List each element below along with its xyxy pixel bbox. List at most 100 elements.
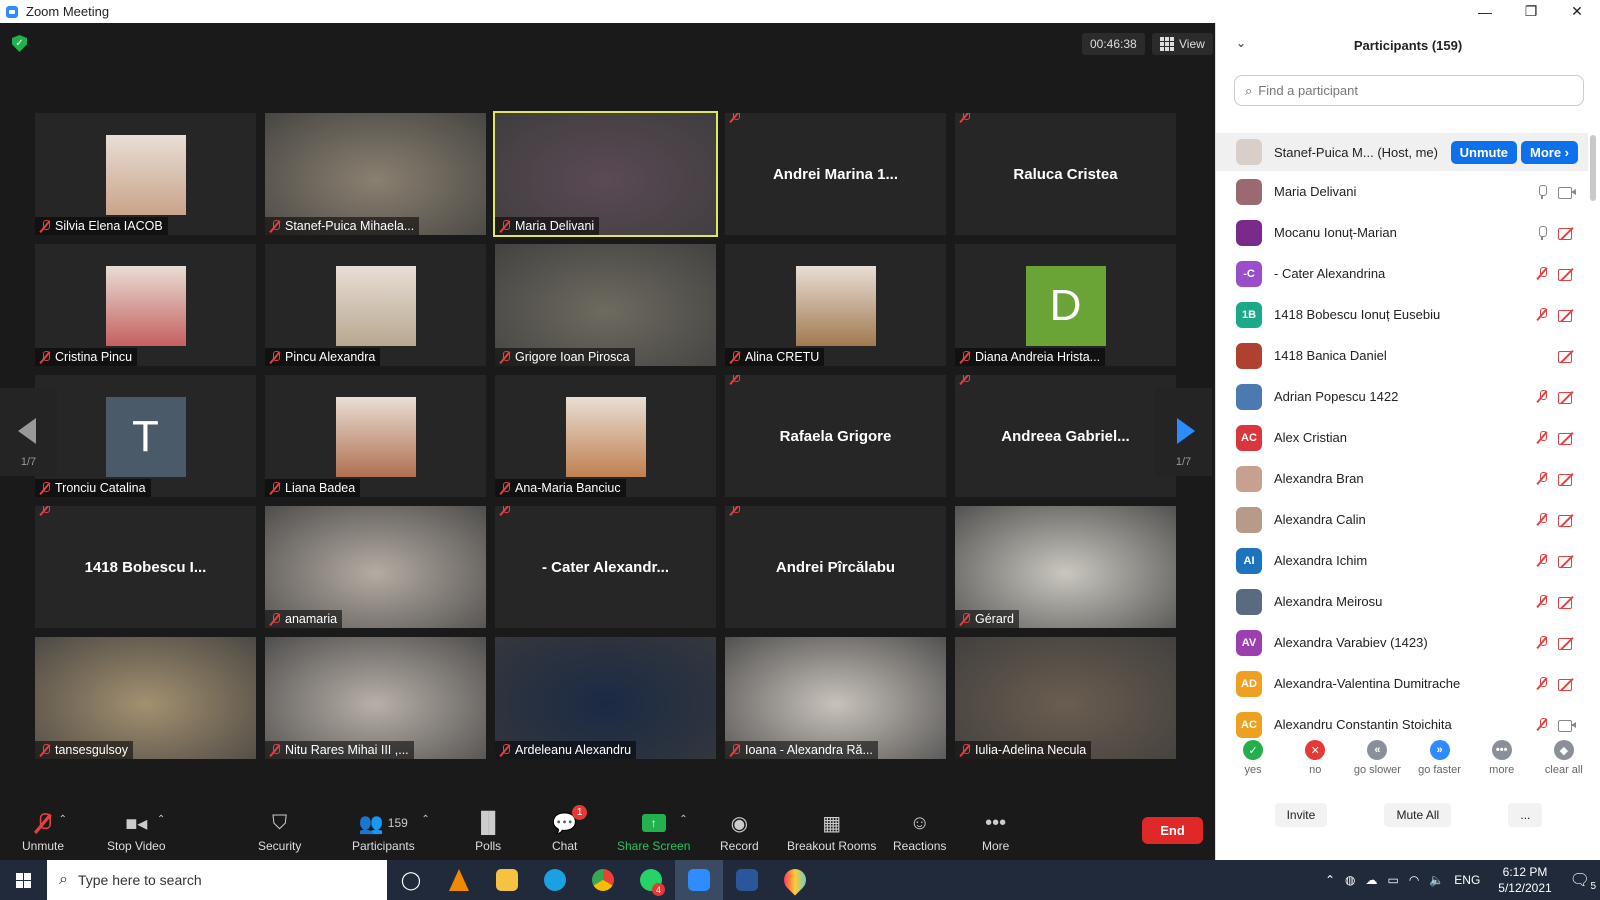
- share-screen-button[interactable]: ↑ ⌃ Share Screen: [617, 811, 690, 853]
- video-options-caret-icon[interactable]: ⌃: [157, 814, 165, 825]
- feedback-go-faster-button[interactable]: » go faster: [1410, 740, 1470, 776]
- participant-row[interactable]: Alexandra Meirosu: [1216, 581, 1588, 622]
- video-tile[interactable]: Maria Delivani: [493, 111, 718, 237]
- wifi-icon[interactable]: ◠: [1409, 873, 1419, 887]
- video-tile[interactable]: - Cater Alexandr...: [495, 506, 716, 628]
- mic-muted-icon: [499, 743, 511, 757]
- video-tile[interactable]: Andrei Pîrcălabu: [725, 506, 946, 628]
- end-meeting-button[interactable]: End: [1142, 817, 1203, 844]
- video-tile[interactable]: Stanef-Puica Mihaela...: [265, 113, 486, 235]
- video-tile[interactable]: Rafaela Grigore: [725, 375, 946, 497]
- input-language[interactable]: ENG: [1454, 873, 1480, 887]
- taskbar-search[interactable]: ⌕ Type here to search: [47, 860, 387, 900]
- previous-page-button[interactable]: 1/7: [0, 388, 57, 476]
- share-options-caret-icon[interactable]: ⌃: [679, 814, 687, 825]
- feedback-clear-all-button[interactable]: ◆ clear all: [1534, 740, 1594, 776]
- record-button[interactable]: ◉ Record: [720, 811, 759, 854]
- participant-search-input[interactable]: [1258, 83, 1573, 98]
- participant-name: Pincu Alexandra: [285, 350, 376, 364]
- polls-button[interactable]: ▐▌ Polls: [474, 811, 502, 854]
- video-tile[interactable]: Liana Badea: [265, 375, 486, 497]
- feedback-go-slower-button[interactable]: « go slower: [1347, 740, 1407, 776]
- host-more-button[interactable]: More ›: [1521, 140, 1578, 164]
- video-tile[interactable]: D Diana Andreia Hrista...: [955, 244, 1176, 366]
- video-tile[interactable]: Ardeleanu Alexandru: [495, 637, 716, 759]
- video-tile[interactable]: Alina CRETU: [725, 244, 946, 366]
- view-button[interactable]: View: [1152, 33, 1213, 55]
- participant-row[interactable]: AC Alex Cristian: [1216, 417, 1588, 458]
- paint-taskbar-button[interactable]: [771, 860, 819, 900]
- show-hidden-icons-chevron-icon[interactable]: ⌃: [1325, 873, 1335, 887]
- mute-all-button[interactable]: Mute All: [1384, 803, 1452, 827]
- close-button[interactable]: ✕: [1554, 0, 1600, 23]
- restore-button[interactable]: ❐: [1508, 0, 1554, 23]
- video-tile[interactable]: tansesgulsoy: [35, 637, 256, 759]
- participant-search[interactable]: ⌕: [1234, 75, 1584, 106]
- more-button[interactable]: ••• More: [982, 811, 1009, 854]
- video-tile[interactable]: T Tronciu Catalina: [35, 375, 256, 497]
- participant-row[interactable]: 1B 1418 Bobescu Ionuț Eusebiu: [1216, 294, 1588, 335]
- word-taskbar-button[interactable]: [723, 860, 771, 900]
- collapse-chevron-icon[interactable]: ⌄: [1236, 36, 1246, 50]
- video-tile[interactable]: Nitu Rares Mihai III ,...: [265, 637, 486, 759]
- invite-button[interactable]: Invite: [1274, 803, 1328, 827]
- participant-row[interactable]: AD Alexandra-Valentina Dumitrache: [1216, 663, 1588, 704]
- audio-options-caret-icon[interactable]: ⌃: [59, 814, 67, 825]
- edge-taskbar-button[interactable]: [531, 860, 579, 900]
- feedback-no-button[interactable]: ✕ no: [1285, 740, 1345, 776]
- participant-row[interactable]: AC Alexandru Constantin Stoichita: [1216, 704, 1588, 745]
- whatsapp-taskbar-button[interactable]: 4: [627, 860, 675, 900]
- battery-icon[interactable]: ▭: [1388, 873, 1399, 887]
- volume-icon[interactable]: 🔈: [1429, 873, 1444, 887]
- stop-video-button[interactable]: ■◂ ⌃ Stop Video: [107, 811, 166, 854]
- video-tile[interactable]: Iulia-Adelina Necula: [955, 637, 1176, 759]
- video-tile[interactable]: Grigore Ioan Pirosca: [495, 244, 716, 366]
- participant-row[interactable]: 1418 Banica Daniel: [1216, 335, 1588, 376]
- chrome-taskbar-button[interactable]: [579, 860, 627, 900]
- notifications-icon[interactable]: 🗨 5: [1570, 870, 1596, 892]
- feedback-more-button[interactable]: ••• more: [1472, 740, 1532, 776]
- video-tile[interactable]: Andrei Marina 1...: [725, 113, 946, 235]
- reactions-button[interactable]: ☺ Reactions: [893, 811, 946, 854]
- video-tile[interactable]: Gérard: [955, 506, 1176, 628]
- zoom-taskbar-button[interactable]: [675, 860, 723, 900]
- participant-row[interactable]: Maria Delivani: [1216, 171, 1588, 212]
- video-tile[interactable]: Silvia Elena IACOB: [35, 113, 256, 235]
- participant-row[interactable]: Adrian Popescu 1422: [1216, 376, 1588, 417]
- security-button[interactable]: ⛉ Security: [258, 811, 301, 854]
- onedrive-cloud-icon[interactable]: ☁: [1366, 873, 1378, 887]
- minimize-button[interactable]: —: [1462, 0, 1508, 23]
- host-unmute-button[interactable]: Unmute: [1450, 140, 1517, 164]
- feedback-yes-button[interactable]: ✓ yes: [1223, 740, 1283, 776]
- file-explorer-taskbar-button[interactable]: [483, 860, 531, 900]
- chat-button[interactable]: 💬 1 Chat: [552, 805, 588, 853]
- encryption-shield-icon[interactable]: [12, 35, 27, 52]
- video-tile[interactable]: anamaria: [265, 506, 486, 628]
- unmute-button[interactable]: ⌃ Unmute: [22, 811, 67, 853]
- participant-row[interactable]: -C - Cater Alexandrina: [1216, 253, 1588, 294]
- meet-now-icon[interactable]: ◍: [1345, 873, 1355, 887]
- panel-more-button[interactable]: ...: [1508, 803, 1543, 827]
- video-tile[interactable]: Andreea Gabriel...: [955, 375, 1176, 497]
- participant-list-scrollbar[interactable]: [1590, 135, 1596, 201]
- next-page-button[interactable]: 1/7: [1155, 388, 1212, 476]
- video-tile[interactable]: Ana-Maria Banciuc: [495, 375, 716, 497]
- vlc-taskbar-button[interactable]: [435, 860, 483, 900]
- participant-row[interactable]: Alexandra Bran: [1216, 458, 1588, 499]
- video-tile[interactable]: Ioana - Alexandra Ră...: [725, 637, 946, 759]
- participant-row[interactable]: AI Alexandra Ichim: [1216, 540, 1588, 581]
- system-clock[interactable]: 6:12 PM 5/12/2021: [1498, 864, 1551, 896]
- participants-caret-icon[interactable]: ⌃: [421, 814, 429, 825]
- participant-row[interactable]: Mocanu Ionuț-Marian: [1216, 212, 1588, 253]
- participant-row[interactable]: AV Alexandra Varabiev (1423): [1216, 622, 1588, 663]
- participants-button[interactable]: 👥 159 ⌃ Participants: [352, 811, 430, 854]
- video-tile[interactable]: Raluca Cristea: [955, 113, 1176, 235]
- participant-row[interactable]: Alexandra Calin: [1216, 499, 1588, 540]
- start-button[interactable]: [0, 860, 47, 900]
- video-tile[interactable]: 1418 Bobescu I...: [35, 506, 256, 628]
- participant-row-host[interactable]: Stanef-Puica M... (Host, me) Unmute More…: [1216, 133, 1588, 171]
- video-tile[interactable]: Cristina Pincu: [35, 244, 256, 366]
- video-tile[interactable]: Pincu Alexandra: [265, 244, 486, 366]
- breakout-rooms-button[interactable]: ▦ Breakout Rooms: [787, 811, 876, 854]
- task-view-button[interactable]: ◯: [387, 860, 435, 900]
